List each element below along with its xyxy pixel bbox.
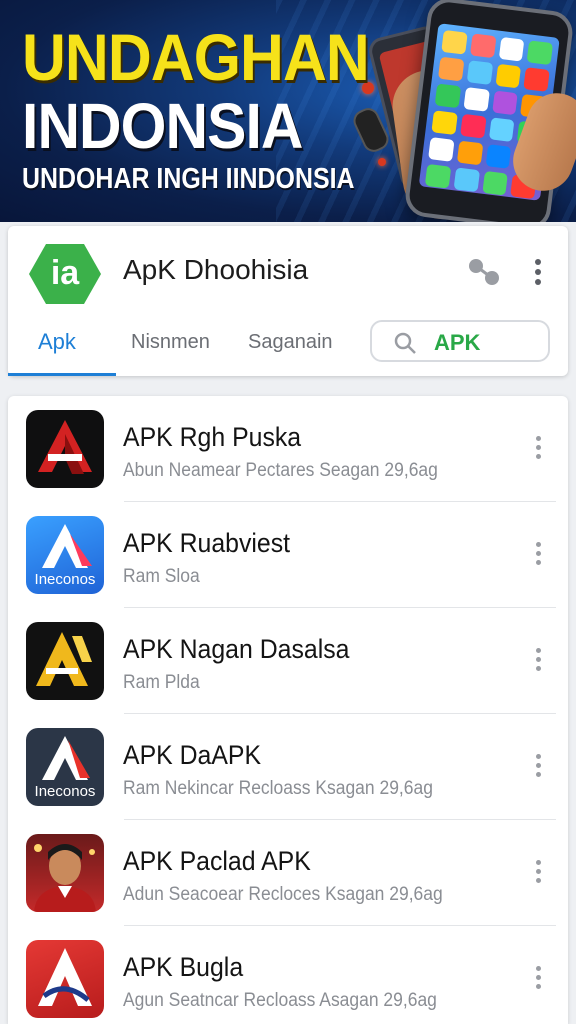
person-photo-icon	[26, 834, 104, 912]
banner-title-line1: UNDAGHAN	[22, 20, 370, 94]
app-description: Adun Seacoear Recloces Ksagan 29,6ag	[123, 884, 443, 905]
app-description: Abun Neamear Pectares Seagan 29,6ag	[123, 460, 438, 481]
app-list: APK Rgh Puska Abun Neamear Pectares Seag…	[8, 396, 568, 1024]
share-icon[interactable]	[466, 254, 502, 290]
app-logo-text: ia	[50, 254, 80, 292]
red-a-on-black-icon	[26, 410, 104, 488]
item-more-icon[interactable]	[530, 538, 546, 568]
search-icon	[394, 332, 416, 354]
app-header: ia ApK Dhoohisia Apk Nisnmen Saganain AP…	[8, 226, 568, 376]
app-name: APK Paclad APK	[123, 846, 311, 876]
app-title: ApK Dhoohisia	[123, 254, 309, 285]
app-description: Agun Seatncar Recloass Asagan 29,6ag	[123, 990, 437, 1011]
promo-banner: UNDAGHAN INDONSIA UNDOHAR INGH IINDONSIA	[0, 0, 576, 222]
tab-saganain[interactable]: Saganain	[248, 322, 333, 372]
list-item[interactable]: APK Bugla Agun Seatncar Recloass Asagan …	[8, 926, 568, 1024]
item-more-icon[interactable]	[530, 432, 546, 462]
decor-dot	[378, 158, 386, 166]
app-name: APK Rgh Puska	[123, 422, 302, 452]
app-logo-icon[interactable]: ia	[28, 242, 102, 306]
white-a-on-red-icon	[26, 940, 104, 1018]
item-more-icon[interactable]	[530, 750, 546, 780]
app-name: APK Nagan Dasalsa	[123, 634, 350, 664]
item-more-icon[interactable]	[530, 644, 546, 674]
item-more-icon[interactable]	[530, 962, 546, 992]
red-a-on-slate-icon: Ineconos	[26, 728, 104, 806]
search-value: APK	[434, 330, 481, 355]
search-input[interactable]: APK	[370, 320, 550, 362]
item-more-icon[interactable]	[530, 856, 546, 886]
banner-title-line2: INDONSIA	[22, 90, 303, 162]
app-description: Ram Sloa	[123, 566, 200, 587]
app-name: APK Ruabviest	[123, 528, 291, 558]
list-item[interactable]: APK Paclad APK Adun Seacoear Recloces Ks…	[8, 820, 568, 926]
white-a-on-blue-icon: Ineconos	[26, 516, 104, 594]
more-options-icon[interactable]	[526, 254, 550, 290]
app-name: APK Bugla	[123, 952, 244, 982]
list-item[interactable]: Ineconos APK DaAPK Ram Nekincar Recloass…	[8, 714, 568, 820]
list-item[interactable]: APK Nagan Dasalsa Ram Plda	[8, 608, 568, 714]
app-description: Ram Plda	[123, 672, 200, 693]
app-description: Ram Nekincar Recloass Ksagan 29,6ag	[123, 778, 433, 799]
tab-apk[interactable]: Apk	[38, 322, 76, 372]
active-tab-indicator	[8, 373, 116, 376]
icon-caption: Ineconos	[34, 571, 96, 588]
list-item[interactable]: APK Rgh Puska Abun Neamear Pectares Seag…	[8, 396, 568, 502]
icon-caption: Ineconos	[34, 783, 96, 800]
app-name: APK DaAPK	[123, 740, 262, 770]
banner-subtitle: UNDOHAR INGH IINDONSIA	[22, 163, 355, 195]
tab-bar: Apk Nisnmen Saganain	[8, 322, 368, 376]
list-item[interactable]: Ineconos APK Ruabviest Ram Sloa	[8, 502, 568, 608]
tab-nisnmen[interactable]: Nisnmen	[131, 322, 210, 372]
gold-a-on-black-icon	[26, 622, 104, 700]
